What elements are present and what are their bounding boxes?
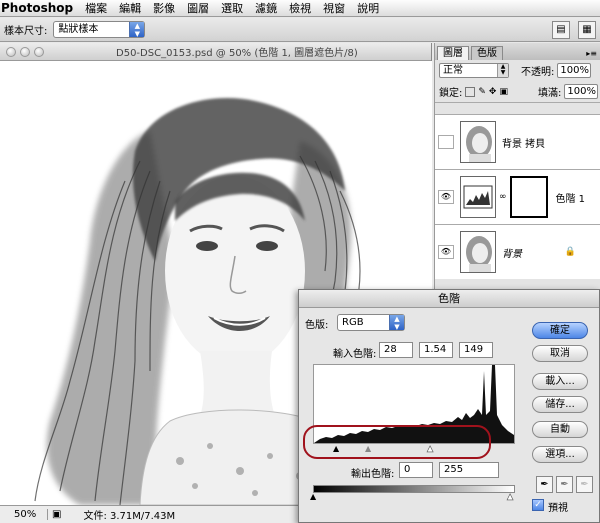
eye-icon[interactable]: 👁	[438, 190, 454, 204]
layer-row-background[interactable]: 👁 背景 🔒	[435, 224, 600, 279]
opacity-field[interactable]: 100%	[557, 63, 592, 78]
preview-checkbox[interactable]: ✓	[532, 499, 544, 511]
ok-button[interactable]: 確定	[532, 322, 588, 339]
menu-window[interactable]: 視窗	[323, 0, 345, 16]
chain-link-icon[interactable]: ∞	[499, 192, 507, 202]
chevron-down-icon: ▲ ▼	[389, 315, 404, 331]
input-levels-label: 輸入色階:	[333, 349, 377, 360]
black-eyedropper-icon[interactable]: ✒	[536, 476, 553, 493]
fill-field[interactable]: 100%	[564, 84, 599, 99]
output-levels-label: 輸出色階:	[351, 469, 395, 480]
sample-size-value: 點狀樣本	[58, 24, 99, 35]
options-bar: 樣本尺寸: 點狀樣本 ▲ ▼ ▤ ▦	[0, 18, 600, 42]
chevron-down-icon: ▲ ▼	[497, 64, 508, 77]
palette-well: ▤ ▦	[548, 18, 600, 42]
lock-position-icon[interactable]: ✥	[489, 87, 497, 97]
menu-view[interactable]: 檢視	[289, 0, 311, 16]
eye-icon[interactable]: 👁	[438, 245, 454, 259]
menu-select[interactable]: 選取	[221, 0, 243, 16]
layer-row-background-copy[interactable]: 背景 拷貝	[435, 114, 600, 169]
output-white-handle[interactable]: ▲	[507, 492, 514, 501]
options-button[interactable]: 選項...	[532, 446, 588, 463]
menu-image[interactable]: 影像	[153, 0, 175, 16]
input-gamma-field[interactable]: 1.54	[419, 342, 453, 358]
output-black-handle[interactable]: ▲	[310, 493, 316, 501]
blend-mode-select[interactable]: 正常 ▲ ▼	[439, 63, 509, 78]
menu-file[interactable]: 檔案	[85, 0, 107, 16]
window-controls	[6, 46, 48, 57]
annotation-highlight-ellipse	[303, 425, 491, 459]
lock-row: 鎖定: ✎ ✥ ▣ 填滿: 100%	[435, 81, 600, 102]
output-gradient-bar	[313, 485, 515, 493]
gray-eyedropper-icon[interactable]: ✒	[556, 476, 573, 493]
tab-layers[interactable]: 圖層	[437, 46, 469, 60]
layer-thumbnail	[460, 121, 496, 163]
levels-adjustment-icon	[460, 176, 496, 218]
layers-panel-header: 圖層 色版 ▸≡	[435, 43, 600, 60]
status-icon[interactable]: ▣	[52, 509, 61, 520]
input-black-field[interactable]: 28	[379, 342, 413, 358]
channel-value: RGB	[342, 317, 364, 328]
blend-mode-value: 正常	[443, 65, 463, 76]
brushes-palette-icon[interactable]: ▦	[578, 21, 596, 39]
layer-row-levels[interactable]: 👁 ∞ 色階 1	[435, 169, 600, 224]
lock-label: 鎖定:	[439, 88, 463, 99]
menu-help[interactable]: 說明	[357, 0, 379, 16]
minimize-window-icon[interactable]	[20, 46, 30, 57]
palette-toggle-icon[interactable]: ▤	[552, 21, 570, 39]
layer-name: 色階 1	[555, 193, 586, 205]
menu-bar: Photoshop 檔案 編輯 影像 圖層 選取 濾鏡 檢視 視窗 說明	[0, 0, 600, 17]
layers-panel: 圖層 色版 ▸≡ 正常 ▲ ▼ 不透明: 100% 鎖定: ✎ ✥ ▣ 填滿: 1…	[434, 43, 600, 293]
cancel-button[interactable]: 取消	[532, 345, 588, 362]
menu-edit[interactable]: 編輯	[119, 0, 141, 16]
file-info[interactable]: 文件: 3.71M/7.43M	[83, 507, 175, 522]
document-title: D50-DSC_0153.psd @ 50% (色階 1, 圖層遮色片/8)	[116, 48, 358, 59]
menu-layer[interactable]: 圖層	[187, 0, 209, 16]
layer-name: 背景 拷貝	[502, 138, 546, 150]
output-black-field[interactable]: 0	[399, 462, 433, 478]
auto-button[interactable]: 自動	[532, 421, 588, 438]
preview-label: 預視	[548, 503, 568, 514]
load-button[interactable]: 載入...	[532, 373, 588, 390]
output-levels-slider[interactable]: ▲ ▲	[310, 492, 515, 501]
white-eyedropper-icon[interactable]: ✒	[576, 476, 593, 493]
close-window-icon[interactable]	[6, 46, 16, 57]
sample-size-select[interactable]: 點狀樣本 ▲ ▼	[53, 21, 146, 38]
output-white-field[interactable]: 255	[439, 462, 499, 478]
zoom-window-icon[interactable]	[34, 46, 44, 57]
tab-channels[interactable]: 色版	[471, 46, 503, 60]
fill-label: 填滿:	[537, 88, 562, 99]
save-button[interactable]: 儲存...	[532, 396, 588, 413]
channel-select[interactable]: RGB ▲ ▼	[337, 314, 405, 331]
blend-row: 正常 ▲ ▼ 不透明: 100%	[435, 60, 600, 81]
layer-mask-thumbnail[interactable]	[509, 176, 548, 218]
lock-all-icon[interactable]: ▣	[499, 87, 508, 97]
chevron-down-icon: ▲ ▼	[129, 22, 145, 38]
menu-filter[interactable]: 濾鏡	[255, 0, 277, 16]
sample-size-label: 樣本尺寸:	[4, 26, 48, 37]
app-menu[interactable]: Photoshop	[1, 1, 73, 15]
panel-menu-icon[interactable]: ▸≡	[586, 49, 597, 58]
dialog-title: 色階	[299, 290, 599, 308]
lock-transparent-icon[interactable]	[465, 86, 476, 97]
input-white-field[interactable]: 149	[459, 342, 493, 358]
lock-image-icon[interactable]: ✎	[478, 87, 486, 97]
document-title-bar: D50-DSC_0153.psd @ 50% (色階 1, 圖層遮色片/8)	[0, 43, 431, 61]
levels-dialog: 色階 色版: RGB ▲ ▼ 輸入色階: 28 1.54 149 ▲ ▲ ▲ 輸出…	[298, 289, 600, 523]
opacity-label: 不透明:	[521, 67, 555, 78]
layer-thumbnail	[460, 231, 496, 273]
zoom-level[interactable]: 50%	[0, 509, 48, 520]
channel-label: 色版:	[305, 320, 329, 331]
layer-name: 背景	[502, 248, 522, 260]
lock-icon: 🔒	[564, 247, 576, 257]
visibility-toggle-empty[interactable]	[438, 135, 454, 149]
